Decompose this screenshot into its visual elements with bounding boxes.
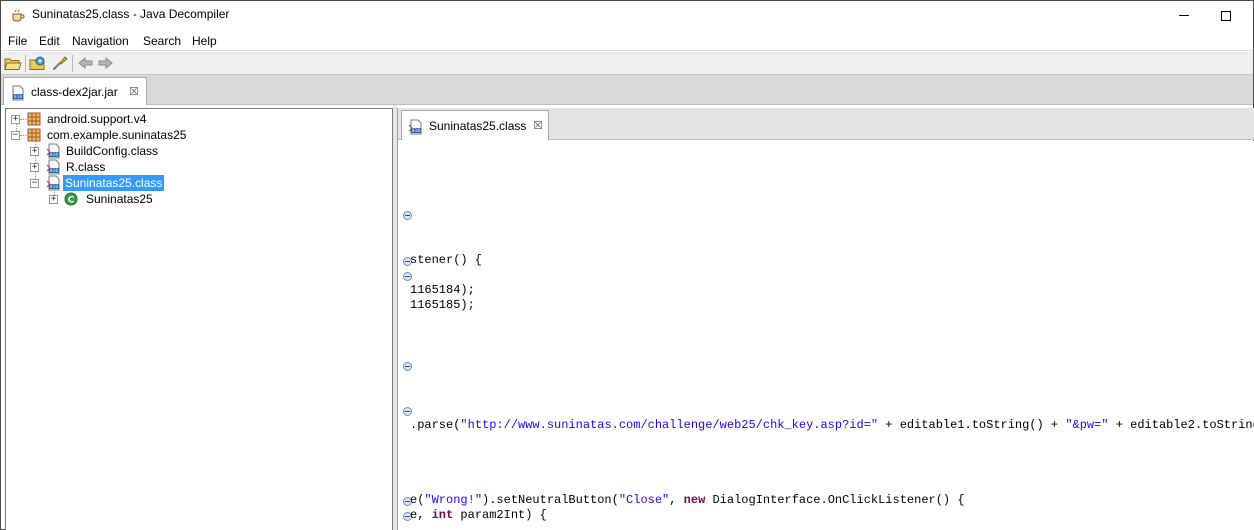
package-icon [27, 128, 41, 142]
svg-text:010: 010 [50, 168, 58, 174]
svg-text:010: 010 [412, 128, 420, 134]
expand-toggle[interactable]: + [49, 195, 58, 204]
expand-toggle[interactable]: + [11, 115, 20, 124]
tree-item-android-support[interactable]: + android.support.v4 [6, 111, 386, 127]
svg-text:010: 010 [50, 152, 58, 158]
code-line: .parse("http://www.suninatas.com/challen… [410, 418, 1254, 432]
tree-item-buildconfig[interactable]: + 010 BuildConfig.class [6, 143, 386, 159]
class-file-icon: 010 [408, 119, 422, 135]
minimize-button[interactable] [1161, 1, 1207, 30]
code-line: e("Wrong!").setNeutralButton("Close", ne… [410, 493, 965, 507]
class-file-icon: 010 [46, 175, 60, 191]
svg-text:C: C [68, 196, 75, 206]
close-icon[interactable]: ☒ [129, 85, 139, 98]
toolbar [1, 52, 1253, 75]
fold-toggle-icon[interactable] [403, 272, 412, 281]
menu-file[interactable]: File [8, 34, 27, 48]
code-line: e, int param2Int) { [410, 508, 547, 522]
menu-edit[interactable]: Edit [39, 34, 60, 48]
find-icon[interactable] [51, 55, 69, 71]
editor-tab-strip: 010 Suninatas25.class ☒ [398, 108, 1254, 140]
archive-tab-strip: 010 class-dex2jar.jar ☒ [1, 75, 1253, 105]
tree-connector [20, 135, 26, 136]
class-icon: C [64, 192, 78, 206]
tree-item-label-selected: Suninatas25.class [63, 175, 165, 191]
expand-toggle[interactable]: + [30, 163, 39, 172]
back-arrow-icon[interactable] [77, 55, 95, 71]
tree-connector [20, 119, 26, 120]
menu-bar: File Edit Navigation Search Help [1, 31, 1253, 51]
svg-text:010: 010 [14, 94, 22, 100]
collapse-toggle[interactable]: − [11, 131, 20, 140]
coffee-cup-icon [12, 9, 25, 22]
package-tree: + android.support.v4 − com.example.sunin… [5, 108, 393, 530]
source-editor: 010 Suninatas25.class ☒ stener() { 11651… [397, 108, 1254, 530]
tab-label: Suninatas25.class [429, 119, 527, 133]
code-line: 1165185); [410, 298, 475, 312]
tab-suninatas25-class[interactable]: 010 Suninatas25.class ☒ [401, 110, 549, 140]
fold-toggle-icon[interactable] [403, 211, 412, 220]
forward-arrow-icon[interactable] [96, 55, 114, 71]
tree-item-label: R.class [66, 160, 106, 174]
class-file-icon: 010 [46, 159, 60, 175]
tree-item-com-example-suninatas25[interactable]: − com.example.suninatas25 [6, 127, 386, 143]
minimize-icon [1179, 15, 1189, 16]
tab-class-dex2jar[interactable]: 010 class-dex2jar.jar ☒ [3, 77, 147, 105]
archive-file-icon: 010 [12, 85, 24, 101]
close-icon[interactable]: ☒ [533, 119, 543, 132]
fold-toggle-icon[interactable] [403, 362, 412, 371]
tree-item-suninatas25-type[interactable]: + C Suninatas25 [6, 191, 386, 207]
code-view[interactable]: stener() { 1165184); 1165185); .parse("h… [398, 141, 1254, 530]
tree-item-label: com.example.suninatas25 [47, 128, 187, 142]
code-line: stener() { [410, 253, 483, 267]
package-icon [27, 112, 41, 126]
maximize-button[interactable] [1203, 1, 1249, 30]
tree-item-suninatas25-class[interactable]: − 010 Suninatas25.class [6, 175, 386, 191]
java-decompiler-window: Suninatas25.class - Java Decompiler File… [0, 0, 1254, 530]
fold-toggle-icon[interactable] [403, 407, 412, 416]
tree-item-r-class[interactable]: + 010 R.class [6, 159, 386, 175]
tree-item-label: BuildConfig.class [66, 144, 159, 158]
tree-item-label: Suninatas25 [86, 192, 153, 206]
svg-text:010: 010 [50, 184, 58, 190]
tab-label: class-dex2jar.jar [31, 85, 118, 99]
toolbar-separator [25, 55, 26, 72]
menu-navigation[interactable]: Navigation [72, 34, 129, 48]
tree-item-label: android.support.v4 [47, 112, 147, 126]
expand-toggle[interactable]: + [30, 147, 39, 156]
menu-search[interactable]: Search [143, 34, 181, 48]
title-bar: Suninatas25.class - Java Decompiler [1, 1, 1253, 30]
menu-help[interactable]: Help [192, 34, 217, 48]
open-file-icon[interactable] [4, 55, 22, 71]
toolbar-separator [72, 55, 73, 72]
open-type-icon[interactable] [29, 55, 47, 71]
code-line: 1165184); [410, 283, 475, 297]
window-title: Suninatas25.class - Java Decompiler [32, 7, 230, 21]
class-file-icon: 010 [46, 143, 60, 159]
collapse-toggle[interactable]: − [30, 179, 39, 188]
maximize-icon [1221, 10, 1231, 21]
